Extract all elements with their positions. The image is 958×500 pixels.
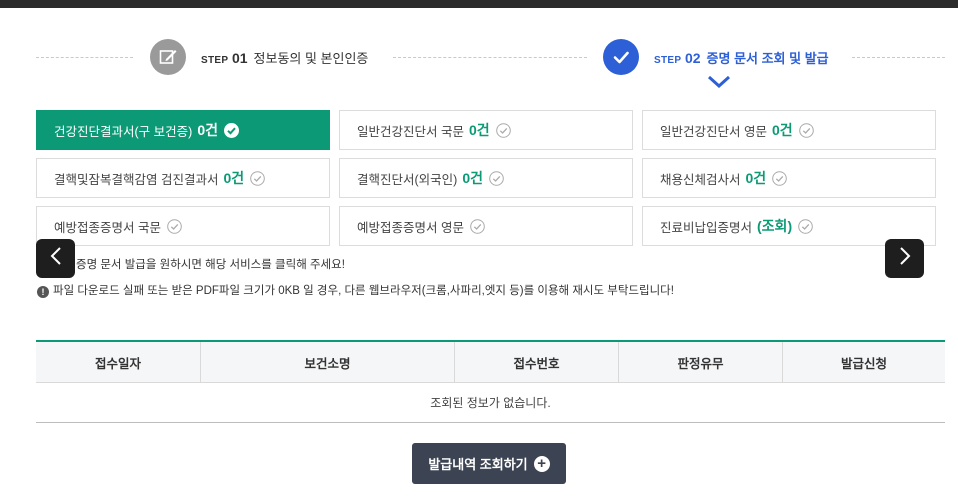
doc-count: (조회) (757, 218, 793, 234)
doc-count: 0건 (468, 122, 490, 138)
doc-count: 0건 (745, 170, 767, 186)
column-header: 접수일자 (94, 356, 141, 371)
top-bar (0, 0, 958, 8)
doc-vaccination-kr[interactable]: 예방접종증명서 국문 (36, 206, 330, 246)
check-icon (603, 39, 639, 75)
doc-count: 0건 (462, 170, 483, 186)
doc-tb-latent-screening[interactable]: 결핵및잠복결핵감염 검진결과서 0건 (36, 158, 330, 198)
exclamation-icon: ! (37, 286, 49, 298)
prev-arrow-button[interactable] (36, 239, 75, 278)
doc-label: 예방접종증명서 국문 (54, 220, 161, 235)
column-header: 발급신청 (782, 342, 945, 382)
chevron-left-icon (50, 247, 62, 270)
check-circle-icon (223, 122, 239, 138)
empty-row: 조회된 정보가 없습니다. (36, 383, 945, 423)
doc-count: 0건 (197, 122, 218, 138)
step-divider (393, 57, 587, 58)
step-1-label: STEP 01 정보동의 및 본인인증 (201, 50, 369, 66)
doc-label: 진료비납입증명서 (660, 220, 753, 235)
notice-click-service: 증명 문서 발급을 원하시면 해당 서비스를 클릭해 주세요! (76, 259, 345, 271)
check-circle-icon (250, 170, 265, 186)
check-circle-icon (798, 122, 814, 138)
check-circle-icon (798, 218, 813, 234)
doc-label: 예방접종증명서 영문 (357, 220, 464, 235)
doc-health-certificate[interactable]: 건강진단결과서(구 보건증) 0건 (36, 110, 330, 150)
chevron-down-icon (707, 75, 731, 93)
doc-label: 일반건강진단서 영문 (660, 124, 767, 139)
next-arrow-button[interactable] (885, 239, 924, 278)
plus-circle-icon: + (533, 455, 550, 472)
doc-count: 0건 (771, 122, 793, 138)
chevron-right-icon (899, 247, 911, 270)
check-circle-icon (489, 170, 504, 186)
check-circle-icon (772, 170, 787, 186)
doc-label: 건강진단결과서(구 보건증) (54, 124, 193, 139)
issue-history-button[interactable]: 발급내역 조회하기 + (412, 443, 566, 484)
doc-label: 결핵및잠복결핵감염 검진결과서 (54, 172, 219, 187)
doc-label: 결핵진단서(외국인) (357, 172, 458, 187)
column-header: 접수번호 (454, 342, 618, 382)
step-2-label: STEP 02 증명 문서 조회 및 발급 (654, 50, 829, 66)
doc-employment-physical[interactable]: 채용신체검사서 0건 (642, 158, 936, 198)
notice-download: ! 파일 다운로드 실패 또는 받은 PDF파일 크기가 0KB 일 경우, 다른… (37, 282, 674, 298)
edit-icon (150, 39, 186, 75)
table-header: 접수일자 보건소명 접수번호 판정유무 발급신청 (36, 342, 945, 383)
check-circle-icon (167, 218, 182, 234)
step-divider (36, 57, 133, 58)
doc-vaccination-en[interactable]: 예방접종증명서 영문 (339, 206, 633, 246)
doc-count: 0건 (223, 170, 245, 186)
doc-label: 채용신체검사서 (660, 172, 741, 187)
doc-general-health-kr[interactable]: 일반건강진단서 국문 0건 (339, 110, 633, 150)
doc-tb-foreigner[interactable]: 결핵진단서(외국인) 0건 (339, 158, 633, 198)
step-divider (852, 57, 945, 58)
issue-history-label: 발급내역 조회하기 (428, 457, 528, 472)
doc-label: 일반건강진단서 국문 (357, 124, 464, 139)
issue-table: 접수일자 보건소명 접수번호 판정유무 발급신청 조회된 정보가 없습니다. (36, 340, 945, 423)
column-header: 보건소명 (200, 342, 454, 382)
notice-download-text: 파일 다운로드 실패 또는 받은 PDF파일 크기가 0KB 일 경우, 다른 … (53, 285, 674, 297)
check-circle-icon (495, 122, 511, 138)
column-header: 판정유무 (618, 342, 782, 382)
doc-general-health-en[interactable]: 일반건강진단서 영문 0건 (642, 110, 936, 150)
check-circle-icon (470, 218, 485, 234)
step-indicator: STEP 01 정보동의 및 본인인증 STEP 02 증명 문서 조회 및 발급 (0, 34, 958, 94)
